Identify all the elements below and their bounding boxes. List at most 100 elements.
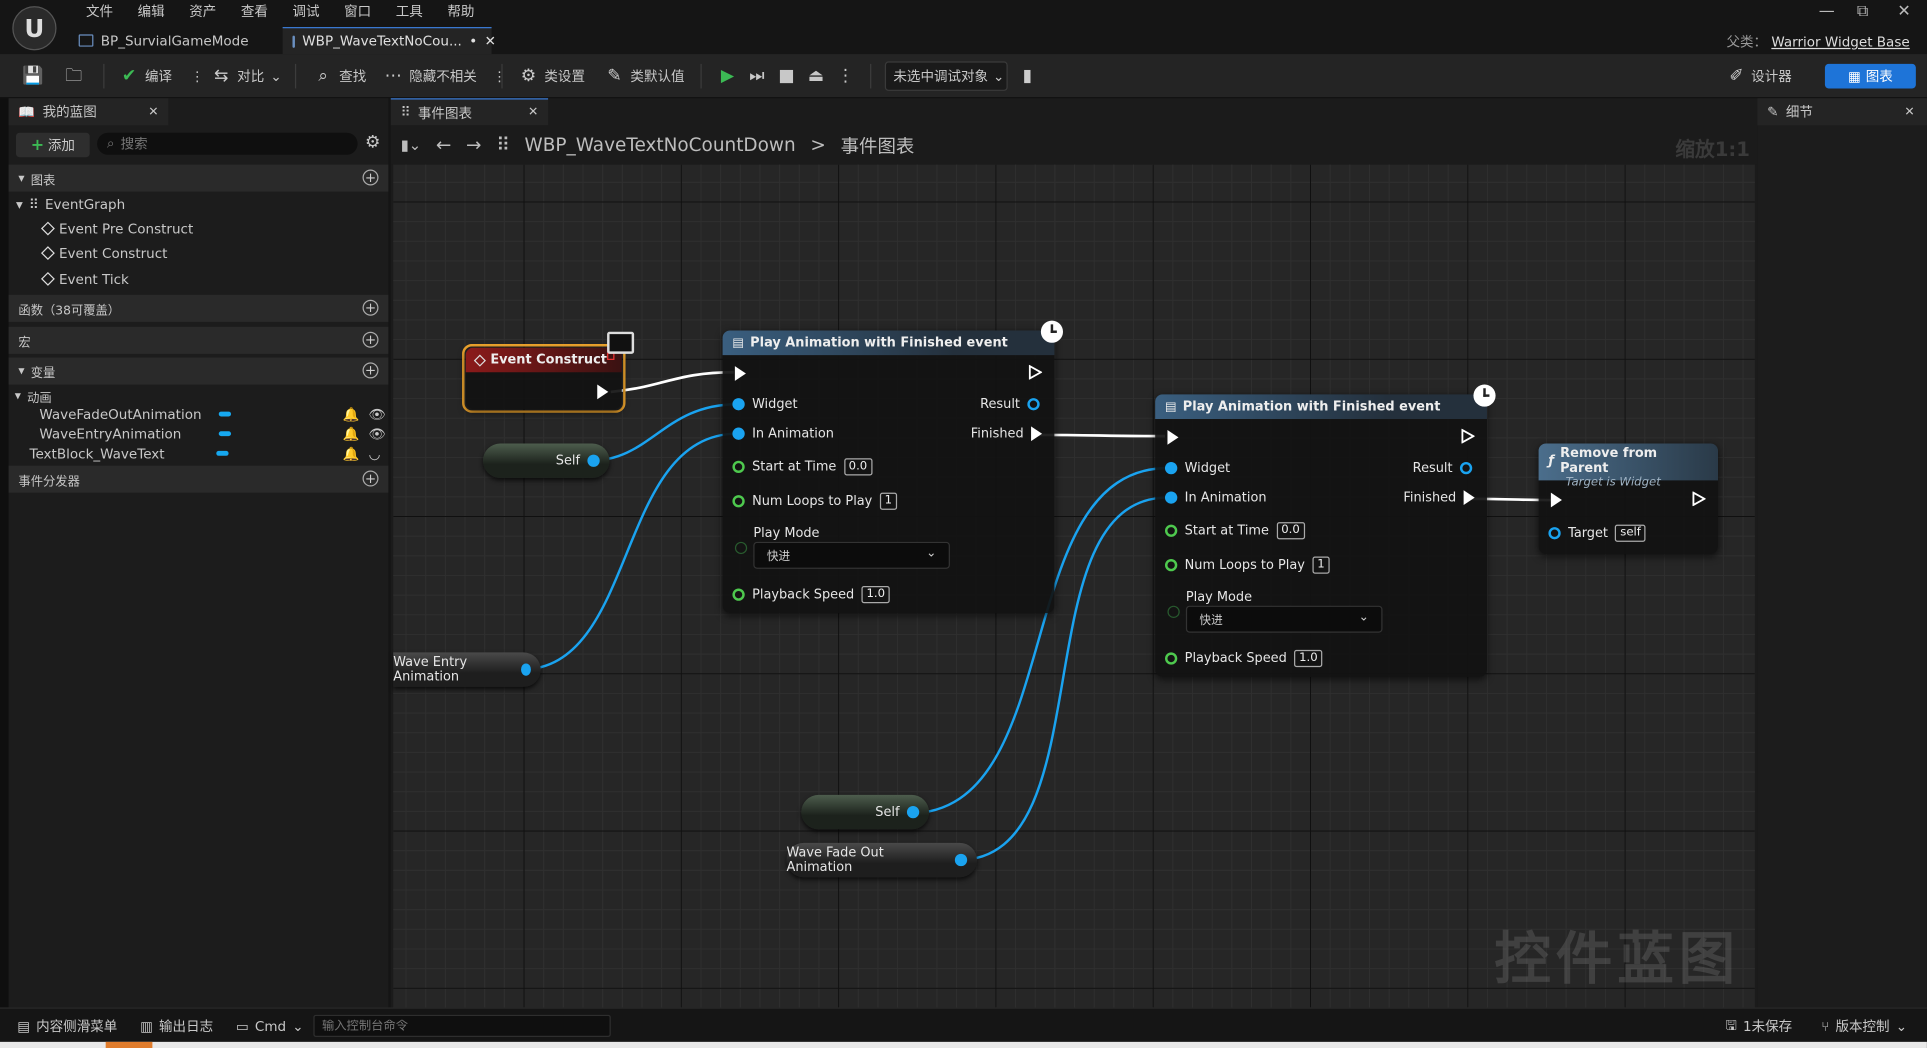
eject-icon[interactable]: ⏏ (805, 64, 827, 89)
more-options-icon[interactable]: ⋮ (493, 68, 507, 84)
then-exec-pin[interactable] (1461, 428, 1475, 444)
close-icon[interactable]: ✕ (1904, 105, 1914, 119)
visibility-eye-icon[interactable]: 👁 (369, 406, 386, 422)
target-field[interactable]: self (1615, 524, 1646, 542)
graph-canvas[interactable]: 控件蓝图 (393, 164, 1755, 1008)
menu-item[interactable]: 文件 (74, 2, 126, 22)
section-variables[interactable]: ▾ 变量 + (8, 357, 389, 385)
play-mode-dropdown[interactable]: 快进 ⌄ (753, 541, 950, 569)
add-function-icon[interactable]: + (362, 299, 379, 316)
section-functions[interactable]: 函数（38可覆盖） + (8, 294, 389, 322)
wave-entry-animation-node[interactable]: Wave Entry Animation (393, 652, 541, 687)
hide-unrelated-button[interactable]: ⋯ 隐藏不相关 ⋮ (383, 54, 507, 98)
exec-out-pin[interactable] (597, 384, 609, 400)
add-macro-icon[interactable]: + (362, 331, 379, 348)
visibility-eye-icon[interactable]: 👁 (369, 426, 386, 442)
find-button[interactable]: ⌕ 查找 (313, 54, 366, 98)
tab-details[interactable]: ✎ 细节 ✕ (1757, 98, 1927, 126)
restore-button[interactable]: ⧉ (1857, 2, 1868, 20)
num-loops-pin[interactable]: Num Loops to Play 1 (1164, 556, 1330, 574)
tree-item-eventgraph[interactable]: ▾ ⠿ EventGraph (16, 192, 125, 217)
search-input[interactable] (120, 135, 342, 152)
finished-pin[interactable]: Finished (1403, 490, 1475, 505)
num-loops-field[interactable]: 1 (1312, 556, 1330, 574)
widget-pin[interactable]: Widget (732, 397, 798, 412)
diff-button[interactable]: ⇆ 对比 ⌄ (211, 54, 282, 98)
close-tab-icon[interactable]: ✕ (485, 33, 496, 49)
replication-icon[interactable]: 🔔 (343, 426, 360, 442)
menu-item[interactable]: 调试 (280, 2, 332, 22)
compile-options-icon[interactable]: ⋮ (190, 68, 204, 84)
exec-in-pin[interactable] (734, 366, 746, 381)
then-exec-pin[interactable] (1028, 364, 1043, 380)
forward-arrow-icon[interactable]: → (466, 134, 481, 156)
add-dispatcher-icon[interactable]: + (362, 470, 379, 487)
object-out-pin[interactable] (955, 853, 968, 867)
widget-pin[interactable]: Widget (1164, 461, 1230, 475)
self-node-2[interactable]: Self (801, 794, 930, 830)
play-animation-node-1[interactable]: ▤ Play Animation with Finished event Wid… (722, 330, 1055, 614)
in-animation-pin[interactable]: In Animation (732, 426, 834, 441)
tree-item-event-tick[interactable]: Event Tick (40, 267, 129, 292)
playback-speed-pin[interactable]: Playback Speed 1.0 (1164, 649, 1323, 668)
variable-textblock[interactable]: TextBlock_WaveText 🔔 ◡ (29, 441, 385, 466)
output-log-button[interactable]: ▥ 输出日志 (140, 1009, 213, 1043)
num-loops-pin[interactable]: Num Loops to Play 1 (732, 492, 897, 510)
cmd-dropdown[interactable]: ▭ Cmd ⌄ (236, 1009, 304, 1043)
section-graphs[interactable]: ▾ 图表 + (8, 164, 389, 192)
menu-item[interactable]: 资产 (177, 2, 229, 22)
replication-icon[interactable]: 🔔 (343, 445, 360, 461)
remove-from-parent-node[interactable]: ƒ Remove from Parent Target is Widget Ta… (1538, 443, 1719, 555)
play-animation-node-2[interactable]: ▤ Play Animation with Finished event Wid… (1155, 394, 1487, 677)
breadcrumb-blueprint[interactable]: WBP_WaveTextNoCountDown (525, 134, 796, 156)
designer-mode-button[interactable]: ✐ 设计器 (1727, 64, 1792, 89)
class-settings-button[interactable]: ⚙ 类设置 (519, 54, 585, 98)
section-macros[interactable]: 宏 + (8, 326, 389, 354)
content-drawer-button[interactable]: ▤ 内容侧滑菜单 (17, 1009, 117, 1043)
playback-speed-field[interactable]: 1.0 (1294, 649, 1323, 668)
minimize-button[interactable]: — (1819, 2, 1835, 20)
save-icon[interactable]: 💾 (22, 54, 43, 98)
browse-icon[interactable]: 🗀 (64, 54, 84, 98)
playback-speed-field[interactable]: 1.0 (861, 586, 890, 604)
start-at-time-pin[interactable]: Start at Time 0.0 (732, 458, 873, 476)
then-exec-pin[interactable] (1692, 491, 1706, 507)
add-button[interactable]: + 添加 (15, 132, 90, 158)
bookmark-icon[interactable]: ▮⌄ (401, 136, 421, 153)
add-graph-icon[interactable]: + (362, 169, 379, 186)
play-mode-dropdown[interactable]: 快进 ⌄ (1185, 605, 1383, 633)
breadcrumb-graph[interactable]: 事件图表 (841, 132, 915, 158)
play-icon[interactable]: ▶ (716, 64, 738, 89)
result-pin[interactable]: Result (1413, 461, 1473, 475)
back-arrow-icon[interactable]: ← (436, 134, 451, 156)
wave-fade-out-animation-node[interactable]: Wave Fade Out Animation (786, 842, 977, 878)
play-mode-pin[interactable] (1167, 605, 1180, 618)
stop-icon[interactable]: ■ (775, 64, 797, 89)
object-out-pin[interactable] (587, 454, 600, 467)
close-icon[interactable]: ✕ (148, 105, 158, 119)
console-command-input[interactable] (321, 1019, 605, 1033)
replication-icon[interactable]: 🔔 (343, 406, 360, 422)
tree-item-event-construct[interactable]: Event Construct (40, 241, 167, 266)
doc-tab-gamemode[interactable]: BP_SurvialGameMode (69, 27, 280, 54)
add-variable-icon[interactable]: + (362, 362, 379, 379)
tab-event-graph[interactable]: ⠿ 事件图表 ✕ (390, 98, 549, 126)
compile-button[interactable]: ✔ 编译 ⋮ (119, 54, 204, 98)
class-defaults-button[interactable]: ✎ 类默认值 (605, 54, 684, 98)
start-at-time-field[interactable]: 0.0 (1276, 522, 1305, 540)
visibility-closed-eye-icon[interactable]: ◡ (369, 445, 381, 461)
menu-item[interactable]: 工具 (383, 2, 435, 22)
close-window-button[interactable]: ✕ (1897, 2, 1910, 20)
result-pin[interactable]: Result (980, 397, 1040, 412)
play-mode-pin[interactable] (734, 541, 748, 555)
close-icon[interactable]: ✕ (528, 106, 538, 120)
exec-in-pin[interactable] (1550, 492, 1562, 508)
step-icon[interactable]: ⏭ (746, 64, 768, 89)
gear-icon[interactable]: ⚙ (365, 133, 380, 153)
playback-speed-pin[interactable]: Playback Speed 1.0 (732, 586, 890, 604)
doc-tab-widget-blueprint[interactable]: WBP_WaveTextNoCou... • ✕ (282, 27, 496, 55)
unreal-logo-icon[interactable]: U (12, 6, 57, 51)
menu-item[interactable]: 查看 (229, 2, 281, 22)
self-node[interactable]: Self (482, 443, 610, 478)
tab-my-blueprint[interactable]: 📖 我的蓝图 ✕ (8, 98, 169, 126)
